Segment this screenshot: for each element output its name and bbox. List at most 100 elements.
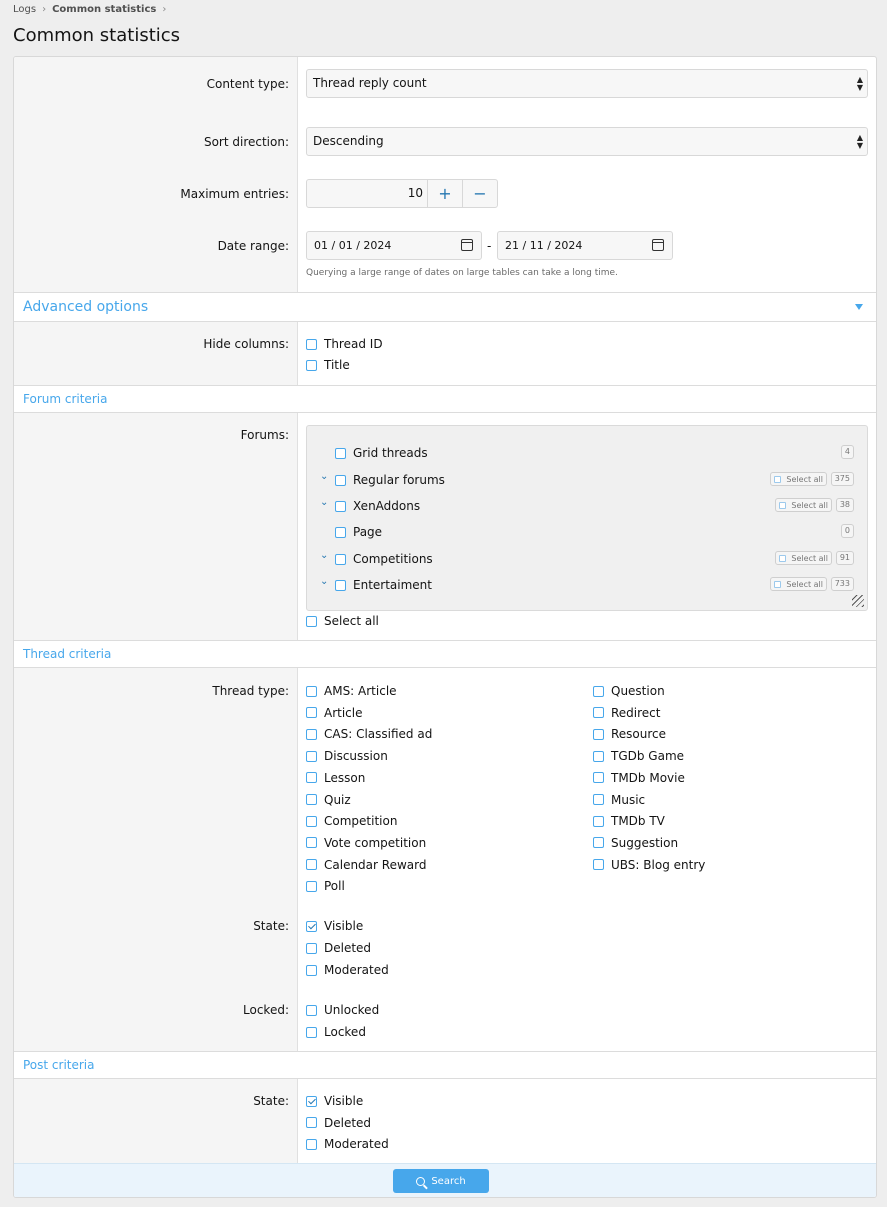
checkbox-label: AMS: Article (324, 684, 397, 698)
checkbox-icon (593, 707, 604, 719)
checkbox-icon (593, 794, 604, 805)
thread-type-checkbox[interactable]: Music (593, 793, 645, 807)
thread-type-checkbox[interactable]: Quiz (306, 793, 351, 807)
forum-count: 38 (835, 498, 854, 512)
thread-type-checkbox[interactable]: AMS: Article (306, 684, 397, 698)
thread-type-checkbox[interactable]: Redirect (593, 706, 661, 720)
search-button[interactable]: Search (393, 1169, 489, 1193)
checkbox-icon (306, 920, 317, 932)
thread-type-checkbox[interactable]: UBS: Blog entry (593, 858, 705, 872)
content-type-select[interactable]: Thread reply count ▲ ▼ (306, 69, 868, 98)
locked-label: Locked: (243, 1003, 289, 1017)
forum-name: Competitions (353, 552, 433, 566)
checkbox-icon (306, 359, 317, 371)
checkbox-icon (306, 837, 317, 849)
thread-type-checkbox[interactable]: Suggestion (593, 836, 678, 850)
start-date-input[interactable]: 01 / 01 / 2024 (306, 231, 482, 260)
select-all-button[interactable]: Select all (770, 472, 827, 486)
thread-state-checkbox[interactable]: Deleted (306, 941, 371, 955)
form-footer: Search (14, 1163, 876, 1197)
checkbox-label: Deleted (324, 941, 372, 955)
select-all-button[interactable]: Select all (770, 577, 827, 591)
thread-type-checkbox[interactable]: Discussion (306, 749, 388, 763)
thread-type-checkbox[interactable]: Poll (306, 879, 345, 893)
select-all-label: Select all (786, 579, 823, 589)
sort-direction-select[interactable]: Descending ▲ ▼ (306, 127, 868, 156)
thread-type-checkbox[interactable]: TGDb Game (593, 749, 684, 763)
calendar-icon[interactable] (652, 239, 664, 251)
select-all-button[interactable]: Select all (775, 498, 832, 512)
thread-type-checkbox[interactable]: TMDb Movie (593, 771, 685, 785)
forum-checkbox-xenaddons[interactable]: XenAddons (335, 499, 420, 513)
forum-checkbox-page[interactable]: Page (335, 525, 382, 539)
checkbox-icon (593, 815, 604, 827)
chevron-down-icon[interactable]: ⌄ (320, 497, 328, 508)
increment-button[interactable]: + (427, 180, 462, 207)
forum-item: ⌄ Competitions Select all 91 (307, 548, 867, 568)
label-column (14, 57, 298, 292)
locked-checkbox[interactable]: Unlocked (306, 1003, 379, 1017)
checkbox-icon (306, 942, 317, 954)
checkbox-label: Vote competition (324, 835, 427, 850)
thread-type-checkbox[interactable]: Calendar Reward (306, 858, 426, 872)
forum-checkbox-regular-forums[interactable]: Regular forums (335, 473, 445, 487)
post-state-checkbox[interactable]: Visible (306, 1094, 363, 1108)
content-type-label: Content type: (206, 77, 289, 91)
post-state-checkbox[interactable]: Moderated (306, 1137, 389, 1151)
advanced-options-title: Advanced options (23, 299, 149, 315)
thread-state-checkbox[interactable]: Visible (306, 919, 363, 933)
checkbox-label: Music (611, 792, 646, 807)
chevron-down-icon[interactable]: ⌄ (320, 471, 328, 482)
checkbox-label: Deleted (324, 1115, 372, 1130)
forum-checkbox-grid-threads[interactable]: Grid threads (335, 446, 428, 460)
locked-checkbox[interactable]: Locked (306, 1025, 366, 1039)
post-state-checkbox[interactable]: Deleted (306, 1116, 371, 1130)
chevron-right-icon: › (42, 4, 47, 15)
thread-type-checkbox[interactable]: Question (593, 684, 665, 698)
forum-criteria-header: Forum criteria (14, 385, 876, 413)
thread-type-checkbox[interactable]: Resource (593, 727, 666, 741)
thread-state-label: State: (253, 919, 289, 933)
thread-type-checkbox[interactable]: Competition (306, 814, 397, 828)
forum-count: 4 (840, 445, 854, 459)
thread-state-checkbox[interactable]: Moderated (306, 963, 389, 977)
max-entries-label: Maximum entries: (180, 187, 289, 201)
thread-type-checkbox[interactable]: Lesson (306, 771, 365, 785)
thread-type-checkbox[interactable]: TMDb TV (593, 814, 665, 828)
checkbox-icon (593, 772, 604, 784)
breadcrumb-common-statistics[interactable]: Common statistics (52, 4, 156, 15)
checkbox-icon (306, 1138, 317, 1150)
thread-type-checkbox[interactable]: CAS: Classified ad (306, 727, 432, 741)
forum-list[interactable]: Grid threads 4 ⌄ Regular forums Select a… (306, 425, 868, 611)
hide-thread-id-checkbox[interactable]: Thread ID (306, 337, 383, 351)
start-date-value: 01 / 01 / 2024 (314, 239, 392, 252)
select-all-button[interactable]: Select all (775, 551, 832, 565)
hide-title-checkbox[interactable]: Title (306, 358, 350, 372)
checkbox-label: Visible (324, 1094, 364, 1108)
forum-checkbox-entertaiment[interactable]: Entertaiment (335, 578, 432, 592)
label-column (14, 668, 298, 1051)
forum-item: Page 0 (307, 521, 867, 541)
checkbox-icon (306, 615, 317, 627)
forum-checkbox-competitions[interactable]: Competitions (335, 552, 433, 566)
chevron-down-icon[interactable]: ⌄ (320, 576, 328, 587)
thread-type-checkbox[interactable]: Article (306, 706, 363, 720)
forum-name: Page (353, 525, 383, 539)
forum-count: 91 (835, 551, 854, 565)
chevron-down-icon[interactable]: ⌄ (320, 550, 328, 561)
checkbox-label: Question (611, 684, 665, 698)
calendar-icon[interactable] (461, 239, 473, 251)
max-entries-input[interactable]: 10 (307, 180, 427, 207)
end-date-input[interactable]: 21 / 11 / 2024 (497, 231, 673, 260)
checkbox-icon (593, 837, 604, 849)
select-all-forums-checkbox[interactable]: Select all (306, 614, 379, 628)
checkbox-icon (593, 728, 604, 740)
decrement-button[interactable]: − (462, 180, 497, 207)
thread-type-checkbox[interactable]: Vote competition (306, 836, 426, 850)
advanced-options-toggle[interactable]: Advanced options (14, 292, 876, 322)
forum-criteria-title: Forum criteria (23, 392, 108, 406)
resize-handle-icon[interactable] (852, 595, 864, 607)
breadcrumb-logs[interactable]: Logs (13, 4, 36, 15)
checkbox-icon (306, 794, 317, 805)
checkbox-label: UBS: Blog entry (611, 857, 706, 872)
